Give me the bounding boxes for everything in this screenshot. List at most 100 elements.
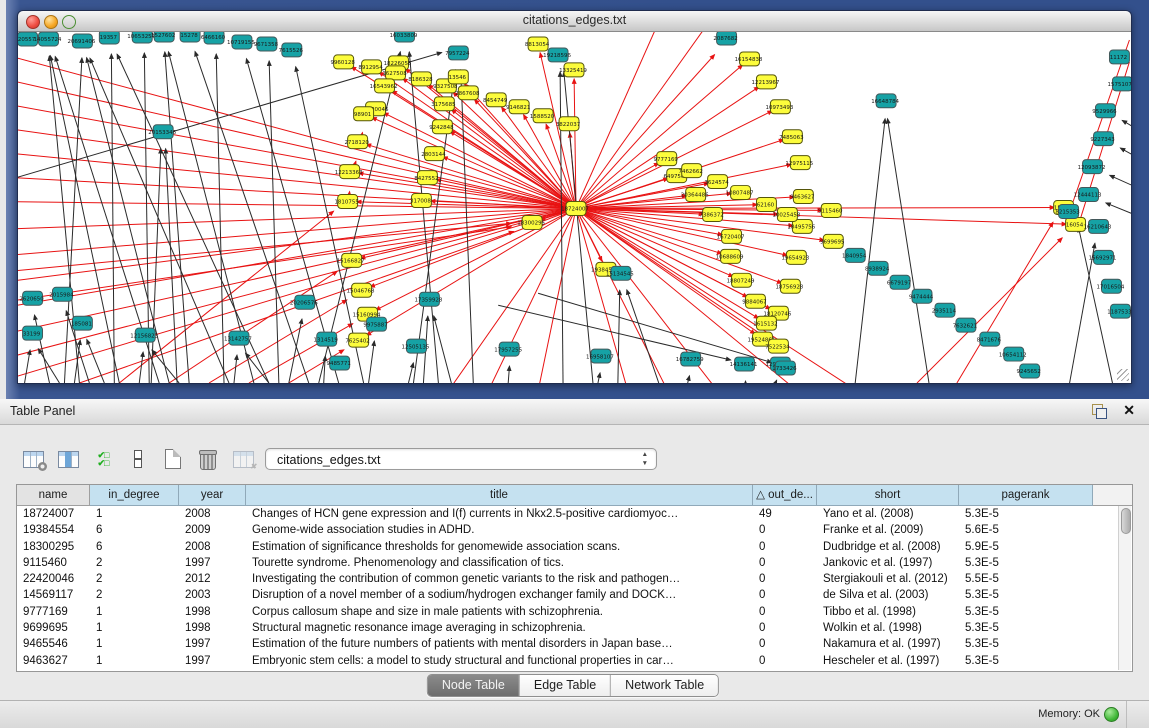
graph-node[interactable]: 9115460: [818, 204, 843, 218]
graph-node[interactable]: 13142757: [224, 331, 252, 345]
table-row[interactable]: 1872400712008Changes of HCN gene express…: [17, 506, 1132, 522]
graph-node[interactable]: 1733426: [772, 361, 797, 375]
graph-node[interactable]: 12444113: [1074, 188, 1102, 202]
graph-node[interactable]: 1627508: [382, 66, 407, 80]
table-row[interactable]: 1830029562008Estimation of significance …: [17, 539, 1132, 555]
graph-node[interactable]: 10654112: [999, 347, 1027, 361]
graph-node[interactable]: 13325419: [559, 63, 587, 77]
graph-node[interactable]: 1527602: [151, 32, 175, 42]
graph-node[interactable]: 1615132: [753, 316, 777, 330]
table-selector-dropdown[interactable]: citations_edges.txt ▲▼: [265, 448, 657, 470]
graph-node[interactable]: 18756928: [775, 279, 803, 293]
graph-node[interactable]: 7522534: [765, 339, 790, 353]
graph-node[interactable]: 19357: [99, 32, 119, 44]
graph-node[interactable]: 9463627: [790, 190, 815, 204]
graph-node[interactable]: 8454749: [483, 93, 508, 107]
memory-ok-indicator[interactable]: [1104, 707, 1119, 722]
window-resize-grip[interactable]: [1117, 369, 1129, 381]
float-window-icon[interactable]: [1092, 404, 1107, 419]
column-header-short[interactable]: short: [817, 485, 959, 506]
graph-node[interactable]: 9529966: [1092, 104, 1117, 118]
show-column-icon[interactable]: [55, 446, 81, 472]
column-header-title[interactable]: title: [246, 485, 753, 506]
graph-node[interactable]: 1810755: [334, 195, 358, 209]
graph-node[interactable]: 15751074: [1108, 77, 1131, 91]
graph-node[interactable]: 16033809: [390, 32, 418, 42]
graph-node[interactable]: 1187533: [1107, 304, 1131, 318]
table-row[interactable]: 946362711997Embryonic stem cells: a mode…: [17, 653, 1132, 669]
graph-node[interactable]: 9699695: [820, 234, 844, 248]
graph-node[interactable]: 2087682: [713, 32, 737, 45]
graph-node[interactable]: 33199: [23, 326, 43, 340]
graph-node[interactable]: 12156823: [130, 328, 158, 342]
row-height-icon[interactable]: [125, 446, 151, 472]
graph-node[interactable]: 16054: [1066, 217, 1086, 231]
graph-node[interactable]: 6466160: [201, 32, 226, 44]
graph-node[interactable]: 16154838: [735, 52, 763, 66]
graph-node[interactable]: 7462662: [678, 164, 702, 178]
graph-node[interactable]: 8912954: [358, 60, 383, 74]
graph-node[interactable]: 3175685: [431, 97, 455, 111]
table-panel-titlebar[interactable]: Table Panel ✕: [0, 399, 1149, 425]
destroy-table-icon[interactable]: ✖: [230, 446, 256, 472]
graph-node[interactable]: 12213967: [752, 75, 780, 89]
column-header-in-degree[interactable]: in_degree: [90, 485, 179, 506]
graph-node[interactable]: 8186328: [408, 72, 433, 86]
close-icon[interactable]: ✕: [1123, 402, 1135, 419]
graph-node[interactable]: 11172: [1109, 50, 1129, 64]
table-row[interactable]: 977716911998Corpus callosum shape and si…: [17, 604, 1132, 620]
graph-node[interactable]: 14136141: [730, 357, 758, 371]
graph-node[interactable]: 17016504: [1097, 279, 1125, 293]
graph-node[interactable]: 9884067: [742, 294, 767, 308]
graph-node[interactable]: 185081: [71, 316, 92, 330]
table-row[interactable]: 946554611997Estimation of the future num…: [17, 636, 1132, 652]
column-header-pagerank[interactable]: pagerank: [959, 485, 1093, 506]
graph-svg[interactable]: 9960128891295418226058162750816543962818…: [18, 32, 1131, 383]
graph-node[interactable]: 8427552: [414, 171, 438, 185]
graph-node[interactable]: 1314519: [314, 332, 339, 346]
graph-node[interactable]: 3624574: [704, 175, 729, 189]
graph-node[interactable]: 9777169: [654, 152, 679, 166]
graph-node[interactable]: 7615526: [279, 43, 304, 57]
graph-node[interactable]: 9671358: [254, 37, 279, 51]
graph-node[interactable]: 8813054: [525, 37, 550, 51]
graph-node[interactable]: 12975115: [785, 156, 813, 170]
table-row[interactable]: 911546021997Tourette syndrome. Phenomeno…: [17, 555, 1132, 571]
graph-node[interactable]: 8215353: [1055, 205, 1080, 219]
graph-node[interactable]: 17957255: [494, 342, 522, 356]
graph-node[interactable]: 16720407: [717, 229, 745, 243]
graph-node[interactable]: 2015984: [49, 287, 74, 301]
graph-node[interactable]: 19654923: [781, 250, 809, 264]
graph-node[interactable]: 9227343: [1090, 132, 1115, 146]
table-settings-icon[interactable]: [20, 446, 46, 472]
graph-node[interactable]: 10719155: [227, 35, 255, 49]
graph-node[interactable]: 12505135: [402, 339, 430, 353]
graph-node[interactable]: 9146821: [506, 100, 530, 114]
graph-node[interactable]: 16648784: [871, 94, 899, 108]
column-header-name[interactable]: name: [17, 485, 90, 506]
window-titlebar[interactable]: citations_edges.txt: [18, 11, 1131, 32]
column-header-out-de-[interactable]: △ out_de...: [753, 485, 817, 506]
trash-icon[interactable]: [195, 446, 221, 472]
network-view-window[interactable]: citations_edges.txt 99601288912954182260…: [17, 10, 1132, 384]
graph-node[interactable]: 10807487: [726, 186, 754, 200]
graph-node[interactable]: 20364486: [681, 188, 709, 202]
graph-node[interactable]: 2867608: [455, 86, 480, 100]
graph-node[interactable]: 9245652: [1017, 364, 1041, 378]
graph-node[interactable]: 7386372: [699, 208, 723, 222]
graph-node[interactable]: 9975887: [363, 317, 388, 331]
graph-node[interactable]: 8938924: [865, 261, 890, 275]
table-vertical-scrollbar[interactable]: [1118, 506, 1131, 670]
graph-node[interactable]: 15278: [180, 32, 200, 42]
graph-node[interactable]: 7957224: [445, 46, 470, 60]
table-row[interactable]: 2242004622012Investigating the contribut…: [17, 571, 1132, 587]
tab-network-table[interactable]: Network Table: [611, 675, 718, 696]
graph-node[interactable]: 1588520: [530, 109, 555, 123]
graph-node[interactable]: 20153346: [148, 125, 176, 139]
graph-node[interactable]: 15046768: [347, 283, 375, 297]
graph-node[interactable]: 7632621: [953, 318, 977, 332]
graph-node[interactable]: 98901: [354, 107, 374, 121]
table-row[interactable]: 1938455462009Genome-wide association stu…: [17, 522, 1132, 538]
graph-node[interactable]: 12213363: [335, 165, 363, 179]
graph-node[interactable]: 20206576: [290, 295, 318, 309]
